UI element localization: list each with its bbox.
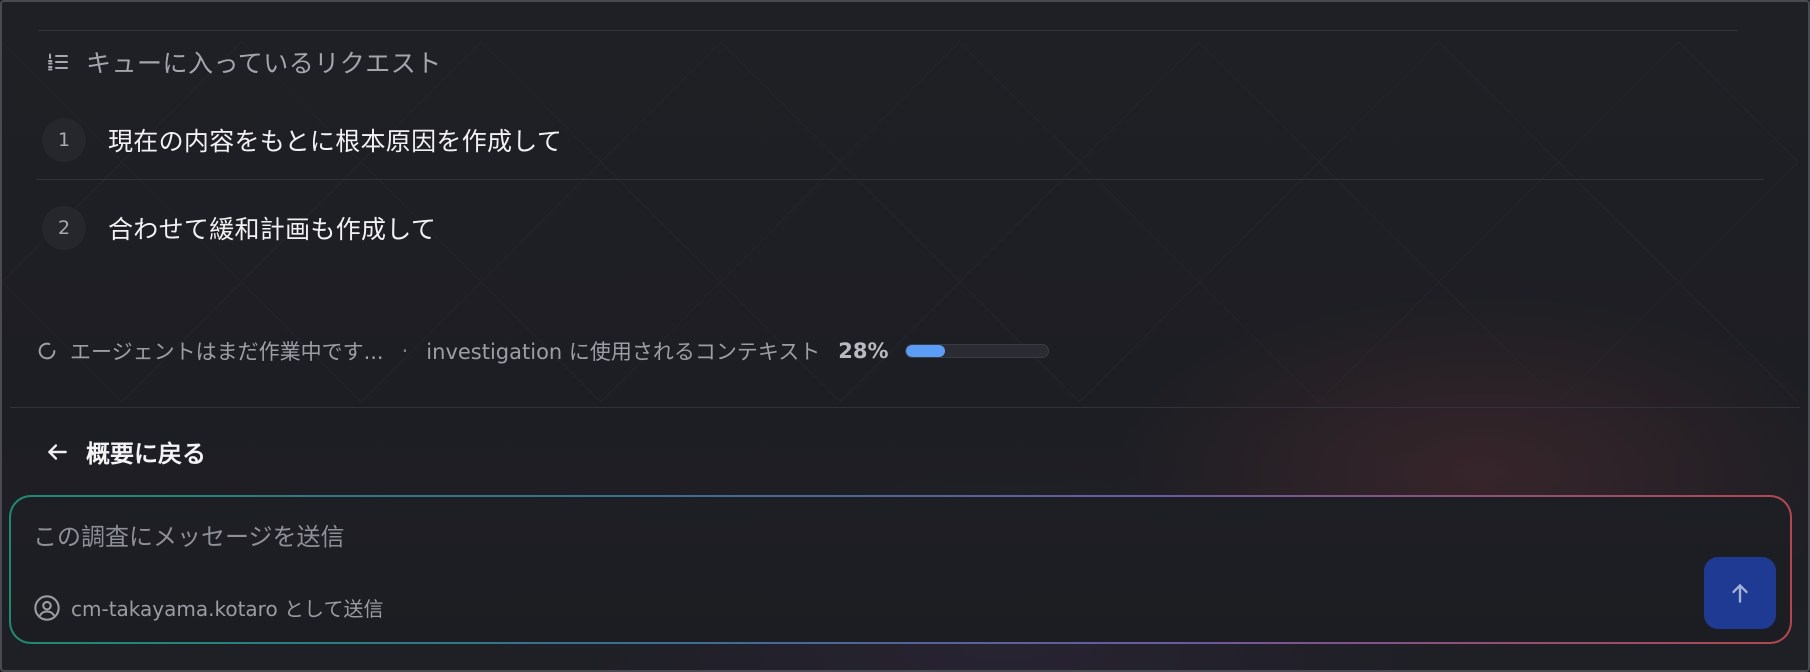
status-separator: ·: [401, 339, 409, 363]
user-circle-icon: [33, 594, 61, 622]
queue-item[interactable]: 1 現在の内容をもとに根本原因を作成して: [36, 100, 1764, 180]
queue-title: キューに入っているリクエスト: [86, 49, 442, 78]
queue-item[interactable]: 2 合わせて緩和計画も作成して: [36, 188, 1764, 268]
context-usage-label: investigation に使用されるコンテキスト: [426, 340, 821, 364]
back-to-overview-label: 概要に戻る: [86, 440, 206, 468]
send-button[interactable]: [1704, 557, 1776, 629]
spinner-icon: [36, 340, 58, 362]
context-usage-bar: [904, 344, 1049, 358]
message-input[interactable]: [33, 517, 1683, 557]
queue-item-text: 合わせて緩和計画も作成して: [108, 215, 437, 244]
message-composer: cm-takayama.kotaro として送信: [9, 495, 1792, 644]
context-usage-bar-fill: [905, 345, 946, 357]
section-divider: [10, 407, 1800, 408]
arrow-left-icon: [44, 439, 70, 465]
message-composer-body: cm-takayama.kotaro として送信: [11, 497, 1790, 642]
list-ordered-icon: [46, 50, 70, 74]
agent-status: エージェントはまだ作業中です... · investigation に使用される…: [36, 336, 1049, 366]
arrow-up-icon: [1727, 580, 1753, 606]
agent-working-text: エージェントはまだ作業中です...: [70, 340, 384, 364]
queue-item-text: 現在の内容をもとに根本原因を作成して: [108, 126, 563, 156]
context-usage-percent: 28%: [838, 339, 889, 363]
sender-label: cm-takayama.kotaro として送信: [71, 597, 384, 621]
app-frame: キューに入っているリクエスト 1 現在の内容をもとに根本原因を作成して 2 合わ…: [0, 0, 1810, 672]
queue-item-number: 1: [42, 117, 86, 162]
queue-item-number: 2: [42, 206, 86, 250]
queue-header: キューに入っているリクエスト: [46, 44, 442, 80]
back-to-overview-link[interactable]: 概要に戻る: [44, 434, 206, 469]
top-divider: [38, 30, 1738, 31]
sender-info: cm-takayama.kotaro として送信: [33, 593, 383, 622]
